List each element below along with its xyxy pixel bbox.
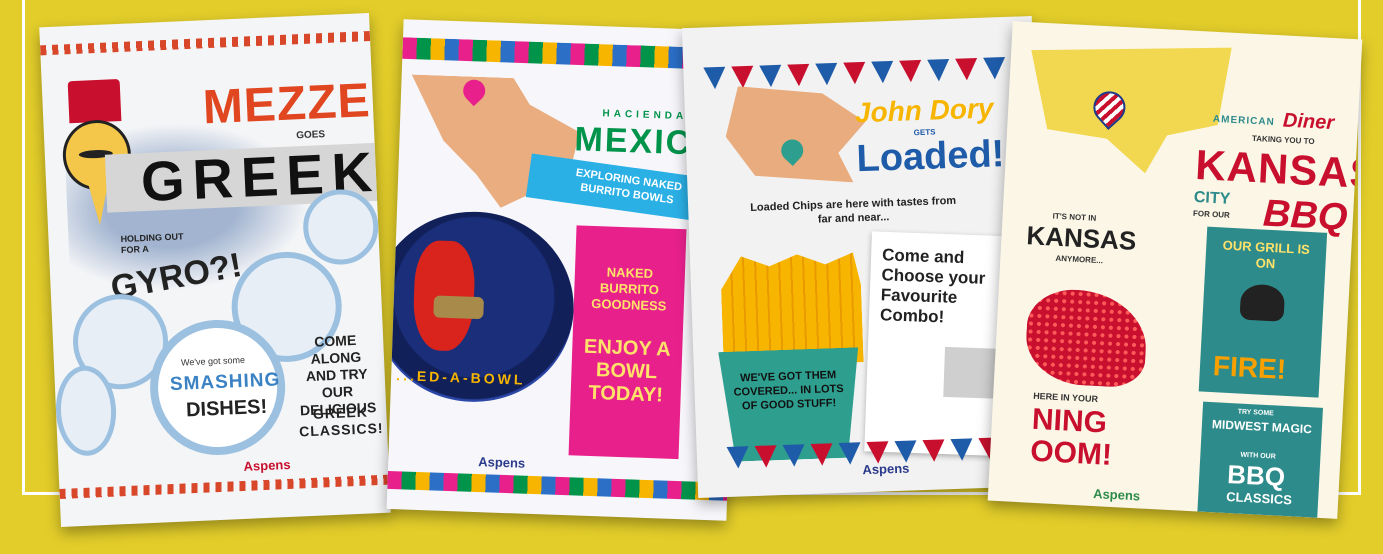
poster-mezze-goes-greek: MEZZE GOES GREEK HOLDING OUT FOR A GYRO?… [39,13,391,527]
bbq-classics-title: BBQ [1226,459,1286,493]
mezze-title: MEZZE [201,74,372,135]
dishes-text: DISHES! [185,395,268,422]
enjoy-text: ENJOY A BOWL TODAY! [583,335,672,407]
fire-text: FIRE! [1212,350,1287,385]
bowl-text: ...ED-A-BOWL [395,367,526,388]
holding-out-text: HOLDING OUT FOR A [120,231,184,256]
hacienda-text: HACIENDA [602,108,688,123]
papel-picado-bottom [387,470,728,501]
room-text: OOM! [1029,434,1113,472]
come-choose-text: Come and Choose your Favourite Combo! [879,245,986,327]
loaded-title: Loaded! [855,133,1006,181]
here-in-text: HERE IN YOUR [1032,390,1099,405]
aspens-logo: Aspens [477,454,526,471]
john-dory-text: John Dory [854,92,994,129]
diner-text: Diner [1282,109,1335,135]
frame-line-left [22,0,25,494]
aspens-logo: Aspens [862,460,910,478]
for-our-text: FOR OUR [1192,208,1231,220]
poster-american-diner: AMERICAN Diner TAKING YOU TO KANSAS CITY… [987,21,1363,519]
loaded-chips-text: Loaded Chips are here with tastes from f… [750,194,957,226]
kansas-small-text: KANSAS [1025,220,1138,256]
our-grill-text: OUR GRILL IS ON [1222,237,1311,272]
anymore-text: ANYMORE... [1055,253,1104,266]
greek-classics-text: GREEK CLASSICS! [298,403,384,440]
aspens-logo: Aspens [243,456,291,474]
american-text: AMERICAN [1212,113,1276,129]
goes-text: GOES [295,129,326,142]
bunting-top [703,56,1040,90]
naked-text: NAKED BURRITO GOODNESS [591,264,667,314]
city-text: CITY [1193,188,1231,208]
ruby-slippers-icon [1023,287,1149,389]
weve-got-them-text: WE'VE GOT THEM COVERED... IN LOTS OF GOO… [733,369,844,413]
greek-border-bottom [59,474,390,499]
binoculars-icon [433,295,485,320]
uk-map [724,82,867,187]
aspens-logo: Aspens [1092,486,1141,504]
greek-border-top [40,31,371,56]
